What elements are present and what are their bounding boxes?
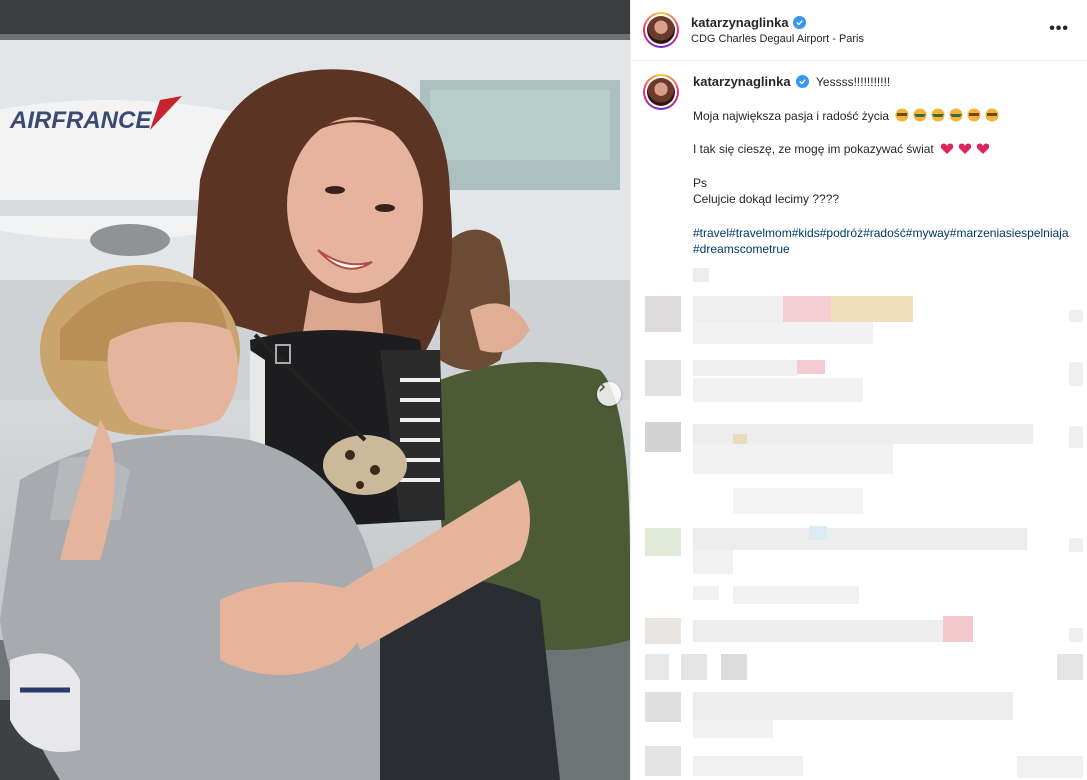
photo-illustration: AIRFRANCE [0,0,630,780]
blurred-comments-mosaic [645,268,1083,778]
caption-avatar[interactable] [643,74,679,110]
header-username[interactable]: katarzynaglinka [691,15,789,30]
caption-text-line5: Celujcie dokąd lecimy ???? [693,192,840,206]
post-header: katarzynaglinka CDG Charles Degaul Airpo… [631,0,1087,61]
emoji-row-icon [892,108,1003,123]
airline-logo-text: AIRFRANCE [9,107,152,134]
caption-text-line3: I tak się cieszę, ze mogę im pokazywać ś… [693,142,934,156]
avatar[interactable] [643,12,679,48]
caption-text-line2: Moja największa pasja i radość życia [693,108,890,123]
post-location[interactable]: CDG Charles Degaul Airport - Paris [691,33,864,45]
post-caption: katarzynaglinka Yessss!!!!!!!!!!! Moja n… [631,61,1087,258]
more-options-button[interactable]: ••• [1049,20,1069,38]
caption-username[interactable]: katarzynaglinka [693,74,791,89]
post-photo[interactable]: AIRFRANCE [0,0,630,780]
comments-blurred [631,262,1087,780]
verified-badge-icon [795,75,809,88]
caption-hashtags[interactable]: #travel#travelmom#kids#podróż#radość#myw… [693,225,1073,258]
hearts-icon [937,142,992,156]
post-sidebar: katarzynaglinka CDG Charles Degaul Airpo… [630,0,1087,780]
caption-text-line1: Yessss!!!!!!!!!!! [816,75,891,89]
chevron-right-icon [599,382,606,392]
carousel-next-button[interactable] [597,382,621,406]
caption-text-line4: Ps [693,175,708,190]
verified-badge-icon [792,16,806,29]
